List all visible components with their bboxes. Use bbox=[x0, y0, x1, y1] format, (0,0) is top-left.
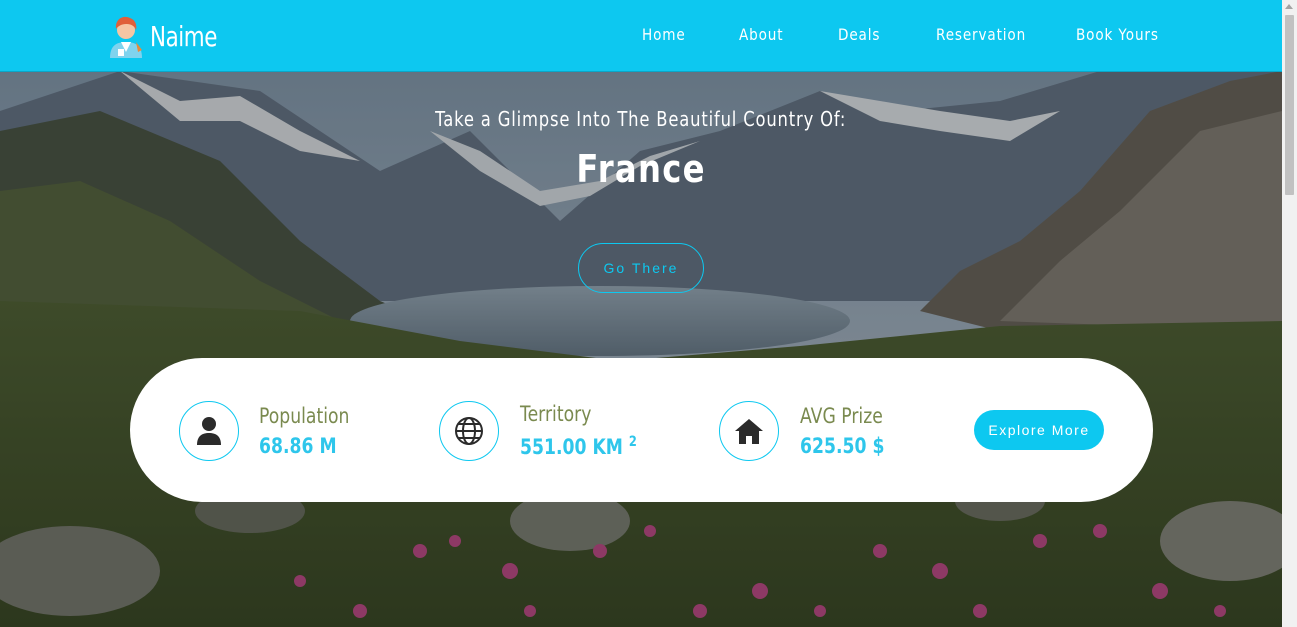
nav-about[interactable]: About bbox=[739, 25, 783, 44]
scrollbar-thumb[interactable] bbox=[1285, 15, 1294, 195]
hero-section: Take a Glimpse Into The Beautiful Countr… bbox=[0, 71, 1282, 627]
globe-icon bbox=[439, 401, 499, 461]
vertical-scrollbar[interactable] bbox=[1282, 0, 1297, 627]
scroll-up-arrow-icon[interactable] bbox=[1285, 4, 1293, 9]
nav-home[interactable]: Home bbox=[642, 25, 686, 44]
price-label: AVG Prize bbox=[800, 404, 883, 428]
population-label: Population bbox=[259, 404, 350, 428]
main-nav: Home About Deals Reservation Book Yours bbox=[0, 25, 1282, 49]
go-there-button[interactable]: Go There bbox=[578, 243, 704, 293]
user-icon bbox=[179, 401, 239, 461]
population-value: 68.86 M bbox=[259, 434, 337, 458]
territory-label: Territory bbox=[520, 402, 592, 426]
nav-book-yours[interactable]: Book Yours bbox=[1076, 25, 1159, 44]
hero-subtitle: Take a Glimpse Into The Beautiful Countr… bbox=[435, 107, 847, 131]
territory-unit-superscript: 2 bbox=[628, 434, 637, 450]
site-header: Naime Home About Deals Reservation Book … bbox=[0, 0, 1282, 72]
stats-card: Population 68.86 M Territory 551.00 KM 2 bbox=[130, 358, 1153, 502]
territory-value-text: 551.00 KM bbox=[520, 435, 623, 459]
hero-title: France bbox=[576, 147, 706, 191]
nav-reservation[interactable]: Reservation bbox=[936, 25, 1026, 44]
page: Take a Glimpse Into The Beautiful Countr… bbox=[0, 0, 1297, 627]
home-icon bbox=[719, 401, 779, 461]
explore-more-button[interactable]: Explore More bbox=[974, 410, 1104, 450]
territory-value: 551.00 KM 2 bbox=[520, 434, 637, 459]
nav-deals[interactable]: Deals bbox=[838, 25, 880, 44]
price-value: 625.50 $ bbox=[800, 434, 885, 458]
